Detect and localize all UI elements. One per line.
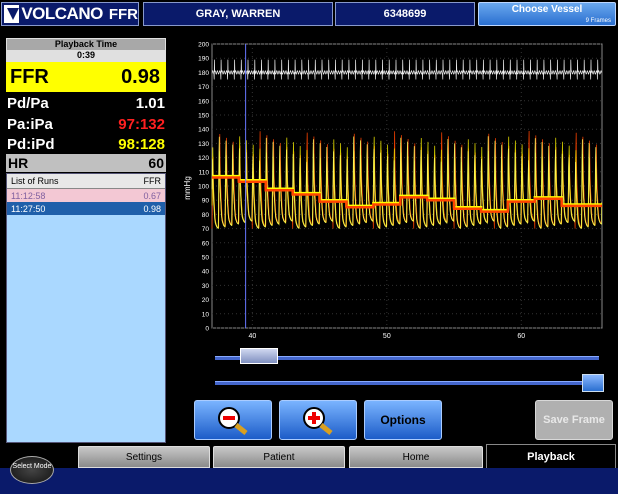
y-tick-label: 180: [198, 70, 209, 77]
playback-time-title: Playback Time: [7, 39, 165, 50]
runs-list-header: List of Runs FFR: [7, 174, 165, 189]
pdpa-value: 1.01: [135, 94, 165, 112]
pa-row: Pa:iPa 97:132: [6, 113, 166, 135]
logo-mark-icon: [4, 5, 20, 23]
pdpa-row: Pd/Pa 1.01: [6, 92, 166, 114]
y-tick-label: 10: [202, 311, 210, 318]
pd-label: Pd:iPd: [7, 135, 55, 153]
patient-name: GRAY, WARREN: [143, 2, 333, 26]
y-tick-label: 50: [202, 255, 210, 262]
run-ffr: 0.98: [143, 203, 161, 214]
bottom-bar: [0, 468, 618, 494]
y-tick-label: 150: [198, 113, 209, 120]
y-tick-label: 40: [202, 269, 210, 276]
x-tick-label: 60: [517, 333, 525, 340]
y-tick-label: 110: [199, 169, 210, 176]
x-tick-label: 50: [383, 333, 391, 340]
runs-list: List of Runs FFR 11:12:58 0.67 11:27:50 …: [6, 173, 166, 443]
volcano-logo: VOLCANO FFR: [1, 2, 139, 26]
y-tick-label: 160: [198, 98, 209, 105]
y-tick-label: 0: [205, 326, 209, 333]
ffr-readout: FFR 0.98: [6, 62, 166, 92]
run-time: 11:27:50: [11, 203, 46, 214]
tab-settings[interactable]: Settings: [78, 446, 210, 468]
y-tick-label: 90: [202, 198, 210, 205]
runs-header-label: List of Runs: [11, 176, 59, 186]
select-mode-button[interactable]: Select Mode: [10, 456, 54, 484]
y-tick-label: 30: [202, 283, 210, 290]
runs-header-ffr: FFR: [143, 176, 162, 186]
zoom-out-icon: [218, 407, 248, 435]
y-tick-label: 170: [198, 84, 209, 91]
hr-value: 60: [148, 155, 164, 171]
zoom-slider-track[interactable]: [215, 381, 599, 385]
pd-value: 98:128: [118, 135, 165, 153]
logo-text: VOLCANO: [21, 4, 103, 23]
choose-vessel-label: Choose Vessel: [511, 4, 583, 15]
frames-count: 9 Frames: [585, 18, 611, 24]
run-row-selected[interactable]: 11:27:50 0.98: [7, 202, 165, 215]
tab-home[interactable]: Home: [349, 446, 483, 468]
playback-time-value: 0:39: [76, 50, 95, 60]
patient-id: 6348699: [335, 2, 475, 26]
y-tick-label: 100: [198, 184, 209, 191]
y-tick-label: 70: [202, 226, 210, 233]
hr-row: HR 60: [6, 154, 166, 172]
zoom-in-icon: [303, 407, 333, 435]
zoom-slider-thumb[interactable]: [582, 374, 604, 392]
y-tick-label: 80: [202, 212, 210, 219]
pa-label: Pa:iPa: [7, 115, 53, 133]
y-tick-label: 60: [202, 240, 210, 247]
y-ticks: 0 10 20 30 40 50 60 70 80 90 100 110 120 130 140 150 160…: [198, 42, 209, 333]
x-ticks: 40 50 60: [248, 333, 525, 340]
ffr-label: FFR: [10, 65, 49, 88]
y-tick-label: 130: [198, 141, 209, 148]
timeline-slider-thumb[interactable]: [240, 348, 278, 364]
y-axis-label: mmHg: [183, 176, 192, 200]
pd-row: Pd:iPd 98:128: [6, 133, 166, 155]
pdpa-label: Pd/Pa: [7, 94, 49, 112]
options-label: Options: [380, 413, 426, 427]
x-tick-label: 40: [248, 333, 256, 340]
pressure-chart[interactable]: 0 10 20 30 40 50 60 70 80 90 100 110 120 130 140 150 160…: [180, 38, 606, 346]
run-row[interactable]: 11:12:58 0.67: [7, 189, 165, 202]
options-button[interactable]: Options: [364, 400, 442, 440]
hr-label: HR: [8, 155, 29, 171]
zoom-in-button[interactable]: [279, 400, 357, 440]
logo-product: FFR: [108, 5, 138, 23]
run-ffr: 0.67: [143, 190, 161, 201]
y-tick-label: 140: [198, 127, 209, 134]
pa-value: 97:132: [118, 115, 165, 133]
zoom-out-button[interactable]: [194, 400, 272, 440]
choose-vessel-button[interactable]: Choose Vessel 9 Frames: [478, 2, 616, 26]
playback-time-panel: Playback Time 0:39: [6, 38, 166, 62]
run-time: 11:12:58: [11, 190, 46, 201]
y-tick-label: 200: [198, 42, 209, 49]
y-tick-label: 20: [202, 297, 210, 304]
ffr-value: 0.98: [121, 65, 160, 88]
y-tick-label: 120: [198, 155, 209, 162]
save-frame-button[interactable]: Save Frame: [535, 400, 613, 440]
y-tick-label: 190: [198, 56, 209, 63]
tab-patient[interactable]: Patient: [213, 446, 345, 468]
tab-playback[interactable]: Playback: [486, 444, 616, 468]
